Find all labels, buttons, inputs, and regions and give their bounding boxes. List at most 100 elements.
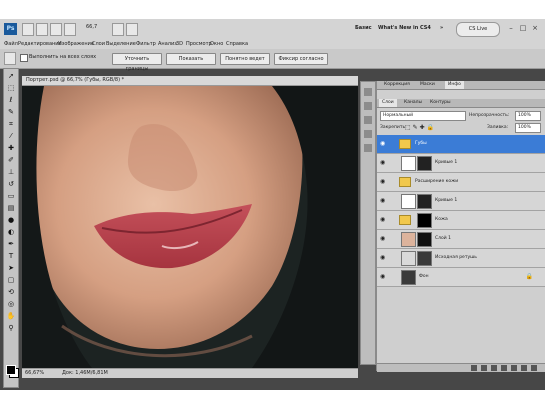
tool-preset-icon[interactable]: [4, 52, 16, 65]
move-tool-icon[interactable]: ➚: [6, 71, 16, 81]
type-tool-icon[interactable]: T: [6, 251, 16, 261]
clone-stamp-tool-icon[interactable]: ⊥: [6, 167, 16, 177]
pen-tool-icon[interactable]: ✒: [6, 239, 16, 249]
screen-mode-icon[interactable]: [126, 23, 138, 36]
layer-row-retouch[interactable]: ◉ Исходная ретушь: [377, 249, 545, 268]
maximize-button[interactable]: □: [518, 23, 528, 33]
layer-row-curves-1[interactable]: ◉ Кривые 1: [377, 154, 545, 173]
crop-tool-icon[interactable]: ⌗: [6, 119, 16, 129]
layer-row-skin[interactable]: ◉ Кожа: [377, 211, 545, 230]
close-button[interactable]: ×: [530, 23, 540, 33]
layer-row-background[interactable]: ◉ Фон 🔒: [377, 268, 545, 287]
tab-masks[interactable]: Маски: [417, 81, 438, 89]
layer-row-curves-1b[interactable]: ◉ Кривые 1: [377, 192, 545, 211]
option-button-4[interactable]: Фиксир согласно: [274, 53, 328, 65]
menu-filter[interactable]: Фильтр: [136, 41, 156, 47]
layer-row-lips[interactable]: ◉ Губы: [377, 135, 545, 154]
eye-icon[interactable]: ◉: [380, 197, 385, 204]
brushes-panel-icon[interactable]: [364, 144, 372, 152]
brush-tool-icon[interactable]: ✐: [6, 155, 16, 165]
refine-edge-button[interactable]: Уточнить границы: [112, 53, 162, 72]
status-zoom[interactable]: 66,67%: [25, 370, 44, 376]
eye-icon[interactable]: ◉: [380, 235, 385, 242]
mask-thumbnail: [417, 194, 432, 209]
menu-edit[interactable]: Редактирование: [18, 41, 62, 47]
arrange-icon[interactable]: [64, 23, 76, 36]
document-tab[interactable]: Портрет.psd @ 66,7% (Губы, RGB/8) *: [22, 76, 358, 86]
menu-3d[interactable]: 3D: [176, 41, 183, 47]
menu-file[interactable]: Файл: [4, 41, 18, 47]
opacity-field[interactable]: 100%: [515, 111, 541, 121]
layer-row-layer-1[interactable]: ◉ Слой 1: [377, 230, 545, 249]
menu-layers[interactable]: Слои: [92, 41, 105, 47]
layer-name: Кривые 1: [435, 198, 458, 203]
eye-icon[interactable]: ◉: [380, 216, 385, 223]
bridge-icon[interactable]: [22, 23, 34, 36]
sample-all-layers-checkbox[interactable]: [20, 54, 28, 62]
menu-help[interactable]: Справка: [226, 41, 248, 47]
history-panel-icon[interactable]: [364, 88, 372, 96]
zoom-tool-icon[interactable]: ⚲: [6, 323, 16, 333]
workspace-more[interactable]: »: [440, 25, 443, 31]
hand-tool-icon-2[interactable]: ✋: [6, 311, 16, 321]
lasso-tool-icon[interactable]: ℓ: [6, 95, 16, 105]
fill-field[interactable]: 100%: [515, 123, 541, 133]
menu-select[interactable]: Выделение: [106, 41, 136, 47]
new-layer-icon[interactable]: [521, 365, 527, 371]
styles-panel-icon[interactable]: [364, 130, 372, 138]
shape-tool-icon[interactable]: ▢: [6, 275, 16, 285]
3d-rotate-tool-icon[interactable]: ⟲: [6, 287, 16, 297]
layer-row-skin-extension[interactable]: ◉ Расширение кожи: [377, 173, 545, 192]
trash-icon[interactable]: [531, 365, 537, 371]
quick-select-tool-icon[interactable]: ✎: [6, 107, 16, 117]
menu-image[interactable]: Изображение: [58, 41, 94, 47]
menu-analysis[interactable]: Анализ: [158, 41, 177, 47]
link-layers-icon[interactable]: [471, 365, 477, 371]
option-button-3[interactable]: Понятно ведет: [220, 53, 270, 65]
opacity-label: Непрозрачность:: [469, 113, 510, 118]
new-group-icon[interactable]: [511, 365, 517, 371]
eye-icon[interactable]: ◉: [380, 140, 385, 147]
healing-brush-tool-icon[interactable]: ✚: [6, 143, 16, 153]
adjustment-layer-icon[interactable]: [501, 365, 507, 371]
eye-icon[interactable]: ◉: [380, 254, 385, 261]
folder-icon: [399, 139, 411, 149]
tab-paths[interactable]: Контуры: [427, 99, 454, 107]
cs-live-button[interactable]: CS Live: [456, 22, 500, 37]
eye-icon[interactable]: ◉: [380, 159, 385, 166]
zoom-select[interactable]: 66,7: [86, 24, 97, 30]
menu-view[interactable]: Просмотр: [186, 41, 212, 47]
marquee-tool-icon[interactable]: ⬚: [6, 83, 16, 93]
history-brush-tool-icon[interactable]: ↺: [6, 179, 16, 189]
eye-icon[interactable]: ◉: [380, 178, 385, 185]
layer-style-icon[interactable]: [481, 365, 487, 371]
tab-layers[interactable]: Слои: [379, 99, 397, 107]
tab-info[interactable]: Инфо: [445, 81, 464, 89]
document-canvas[interactable]: [22, 86, 358, 368]
show-button[interactable]: Показать: [166, 53, 216, 65]
gradient-tool-icon[interactable]: ▤: [6, 203, 16, 213]
blend-mode-select[interactable]: Нормальный: [380, 111, 466, 121]
minibridge-icon[interactable]: [36, 23, 48, 36]
eye-icon[interactable]: ◉: [380, 273, 385, 280]
tab-adjustments[interactable]: Коррекция: [381, 81, 413, 89]
swatches-panel-icon[interactable]: [364, 116, 372, 124]
view-extras-icon[interactable]: [50, 23, 62, 36]
actions-panel-icon[interactable]: [364, 102, 372, 110]
tab-channels[interactable]: Каналы: [401, 99, 425, 107]
hand-tool-icon[interactable]: [112, 23, 124, 36]
blur-tool-icon[interactable]: ●: [6, 215, 16, 225]
foreground-color-swatch[interactable]: [6, 365, 16, 375]
eyedropper-tool-icon[interactable]: ⁄: [6, 131, 16, 141]
dodge-tool-icon[interactable]: ◐: [6, 227, 16, 237]
eraser-tool-icon[interactable]: ▭: [6, 191, 16, 201]
menu-window[interactable]: Окно: [210, 41, 223, 47]
path-selection-tool-icon[interactable]: ➤: [6, 263, 16, 273]
3d-orbit-tool-icon[interactable]: ◎: [6, 299, 16, 309]
minimize-button[interactable]: –: [506, 23, 516, 33]
layer-name: Слой 1: [435, 236, 451, 241]
workspace-whats-new[interactable]: What's New in CS4: [378, 25, 431, 31]
workspace-essentials[interactable]: Базис: [355, 25, 372, 31]
lock-pixels-icon[interactable]: ⬚ ✎ ✚ 🔒: [405, 124, 434, 131]
add-mask-icon[interactable]: [491, 365, 497, 371]
